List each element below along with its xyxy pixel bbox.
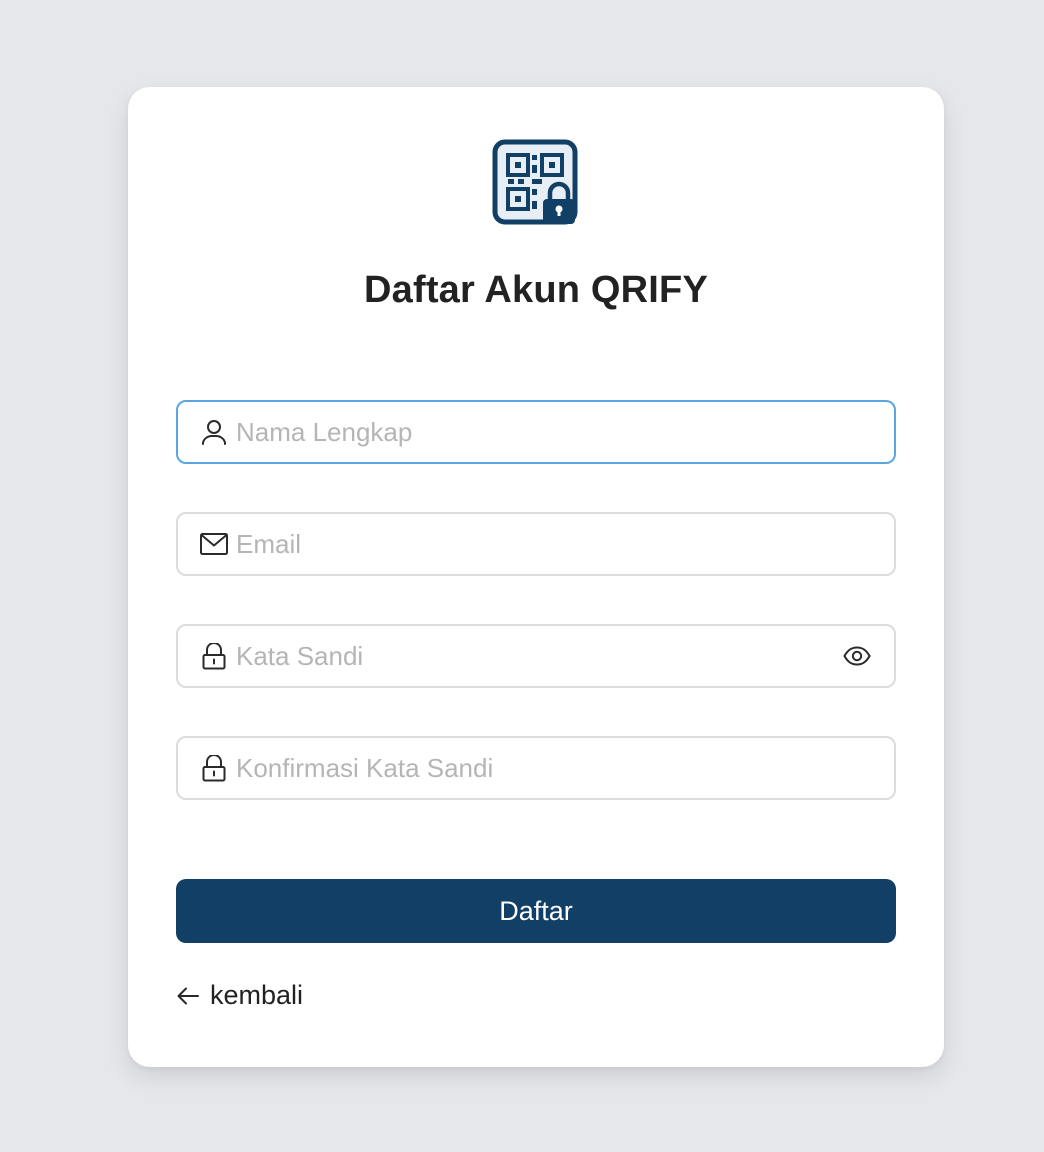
page-title: Daftar Akun QRIFY	[363, 269, 709, 311]
mail-icon	[200, 530, 228, 558]
full-name-input[interactable]	[236, 402, 836, 462]
user-icon	[200, 418, 228, 446]
register-button[interactable]: Daftar	[176, 879, 896, 943]
qr-code-lock-icon	[492, 139, 582, 229]
email-field[interactable]	[176, 512, 896, 576]
confirm-password-input[interactable]	[236, 738, 836, 798]
register-card: Daftar Akun QRIFY Nama Lengkap Email Daf…	[128, 87, 944, 1067]
email-input[interactable]	[236, 514, 836, 574]
back-link-label: kembali	[210, 980, 304, 1010]
back-link[interactable]: kembali	[176, 980, 303, 1011]
password-field[interactable]	[176, 624, 896, 688]
lock-icon	[200, 642, 228, 670]
lock-icon	[200, 754, 228, 782]
arrow-left-icon	[176, 983, 202, 1009]
confirm-password-field[interactable]	[176, 736, 896, 800]
eye-icon[interactable]	[842, 641, 872, 671]
password-input[interactable]	[236, 626, 836, 686]
full-name-field[interactable]	[176, 400, 896, 464]
